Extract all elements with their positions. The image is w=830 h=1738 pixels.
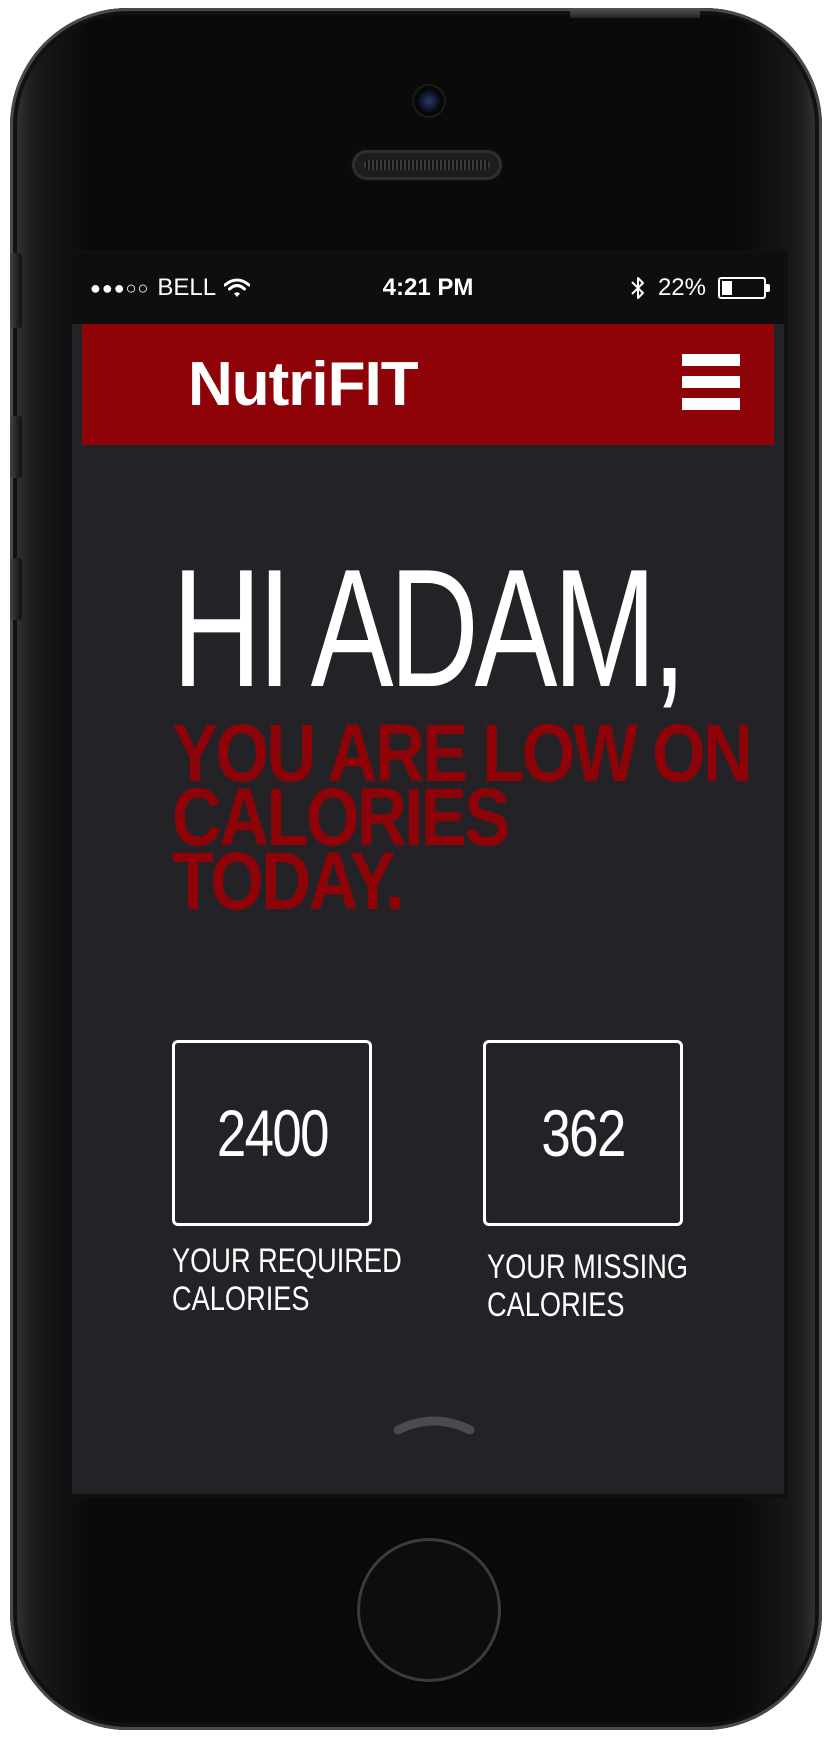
calorie-message: YOU ARE LOW ON CALORIES TODAY. xyxy=(172,713,753,923)
battery-percentage: 22% xyxy=(657,274,706,301)
menu-bar xyxy=(682,398,740,410)
menu-bar xyxy=(682,354,740,366)
power-button xyxy=(570,8,700,18)
missing-calories-card[interactable]: 362 xyxy=(483,1040,683,1226)
chevron-up-icon[interactable] xyxy=(392,1410,476,1438)
missing-calories-value: 362 xyxy=(541,1096,626,1170)
label-line: YOUR REQUIRED xyxy=(172,1242,402,1280)
earpiece-speaker xyxy=(352,150,502,180)
volume-down-button xyxy=(10,558,22,620)
app-logo: NutriFIT xyxy=(188,350,419,419)
front-camera xyxy=(414,86,444,116)
required-calories-value: 2400 xyxy=(216,1096,329,1170)
battery-icon xyxy=(718,277,770,299)
label-line: CALORIES xyxy=(487,1286,625,1324)
bluetooth-icon xyxy=(631,277,644,299)
missing-calories-label: YOUR MISSING CALORIES xyxy=(487,1248,688,1324)
hamburger-menu-icon[interactable] xyxy=(682,354,740,410)
phone-frame: ●●●○○ BELL 4:21 PM 22% NutriFIT HI ADAM,… xyxy=(10,8,822,1730)
menu-bar xyxy=(682,376,740,388)
status-bar: ●●●○○ BELL 4:21 PM 22% xyxy=(72,254,784,324)
status-right: 22% xyxy=(630,274,770,302)
label-line: YOUR MISSING xyxy=(487,1248,688,1286)
phone-screen: ●●●○○ BELL 4:21 PM 22% NutriFIT HI ADAM,… xyxy=(72,254,784,1494)
app-header: NutriFIT xyxy=(82,324,774,445)
required-calories-card[interactable]: 2400 xyxy=(172,1040,372,1226)
greeting-heading: HI ADAM, xyxy=(172,534,687,722)
mute-switch xyxy=(10,253,22,328)
battery-fill xyxy=(722,281,732,295)
required-calories-label: YOUR REQUIRED CALORIES xyxy=(172,1242,402,1318)
volume-up-button xyxy=(10,416,22,478)
home-button xyxy=(357,1538,501,1682)
label-line: CALORIES xyxy=(172,1280,310,1318)
